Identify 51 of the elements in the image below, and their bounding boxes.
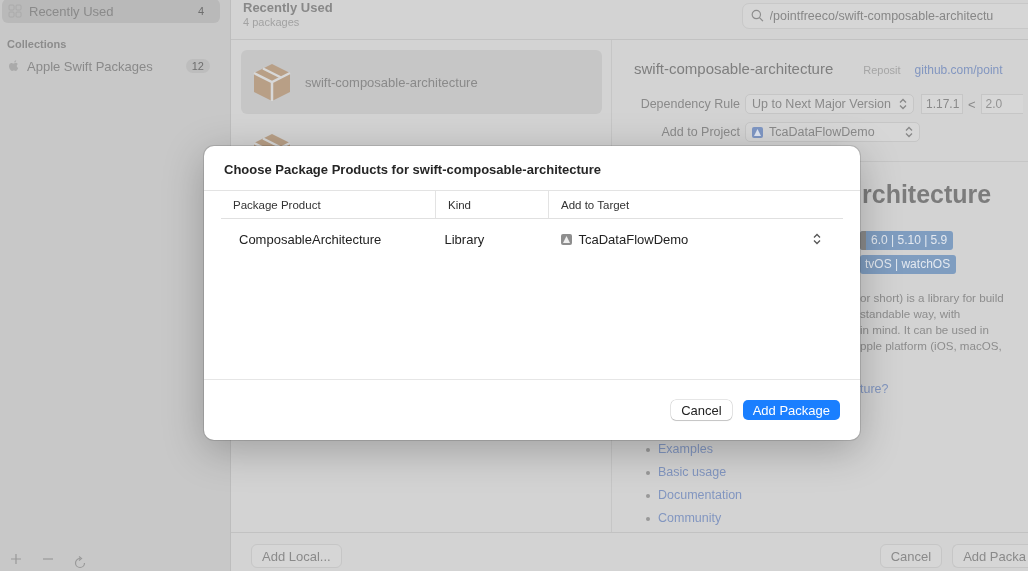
readme-link[interactable]: ture? <box>860 382 889 396</box>
add-package-button[interactable]: Add Packa <box>952 544 1028 568</box>
project-popup[interactable]: TcaDataFlowDemo <box>745 122 920 142</box>
readme-paragraph: or short) is a library for build standable way, with in mind. It can be used in pple platform (iOS, macOS, <box>860 290 1005 354</box>
page-title: Recently Used <box>243 0 333 15</box>
apple-icon <box>8 59 20 73</box>
field-label: Dependency Rule <box>639 97 740 111</box>
app-icon <box>560 233 572 245</box>
section-title: Collections <box>6 37 68 52</box>
table-cell: ComposableArchitecture <box>221 218 436 259</box>
chevron-icon <box>904 126 913 138</box>
add-package-button[interactable]: Add Package <box>742 400 840 420</box>
chevron-icon <box>813 233 821 245</box>
package-item[interactable]: swift-composable-architecture <box>241 50 602 114</box>
readme-link[interactable]: Basic usage <box>658 465 727 480</box>
package-icon <box>251 61 293 103</box>
column-header[interactable]: Kind <box>435 191 549 219</box>
rule-popup[interactable]: Up to Next Major Version <box>745 94 914 114</box>
search-field[interactable]: /pointfreeco/swift-composable-architectu <box>742 2 1028 29</box>
cancel-button[interactable]: Cancel <box>879 544 943 568</box>
repository-link[interactable]: github.com/point <box>914 63 1003 77</box>
item-count: 12 <box>185 59 210 73</box>
app-icon <box>752 126 763 138</box>
separator-text: < <box>967 96 976 112</box>
readme-link[interactable]: Community <box>658 511 722 526</box>
bullet-dot <box>646 493 650 498</box>
field-label: Add to Project <box>660 125 740 139</box>
chevron-icon <box>898 98 907 110</box>
target-popup[interactable]: TcaDataFlowDemo <box>560 231 821 247</box>
readme-link[interactable]: Documentation <box>658 488 743 503</box>
add-icon[interactable] <box>10 553 22 565</box>
version-label: 6.0 | 5.10 | 5.9 <box>870 232 949 249</box>
bullet-dot <box>646 470 650 475</box>
bullet-dot <box>646 447 650 452</box>
bullet-dot <box>646 516 650 521</box>
readme-heading: rchitecture <box>862 180 992 209</box>
refresh-icon[interactable] <box>74 555 86 569</box>
version-field[interactable]: 2.0 <box>980 94 1023 114</box>
search-icon <box>751 9 764 22</box>
dialog-title: Choose Package Products for swift-composable-architecture <box>204 146 860 191</box>
cancel-button[interactable]: Cancel <box>671 400 732 420</box>
version-label: tvOS | watchOS <box>864 256 952 273</box>
readme-link[interactable]: Examples <box>658 442 713 457</box>
version-field[interactable]: 1.17.1 <box>920 94 963 114</box>
add-local-button[interactable]: Add Local... <box>251 544 342 568</box>
sidebar-item[interactable]: Apple Swift Packages 12 <box>2 54 220 78</box>
item-count: 4 <box>196 4 205 18</box>
column-header[interactable]: Add to Target <box>548 191 843 219</box>
column-header[interactable]: Package Product <box>221 191 436 219</box>
package-name: swift-composable-architecture <box>634 60 834 77</box>
table-cell: Library <box>435 218 549 259</box>
